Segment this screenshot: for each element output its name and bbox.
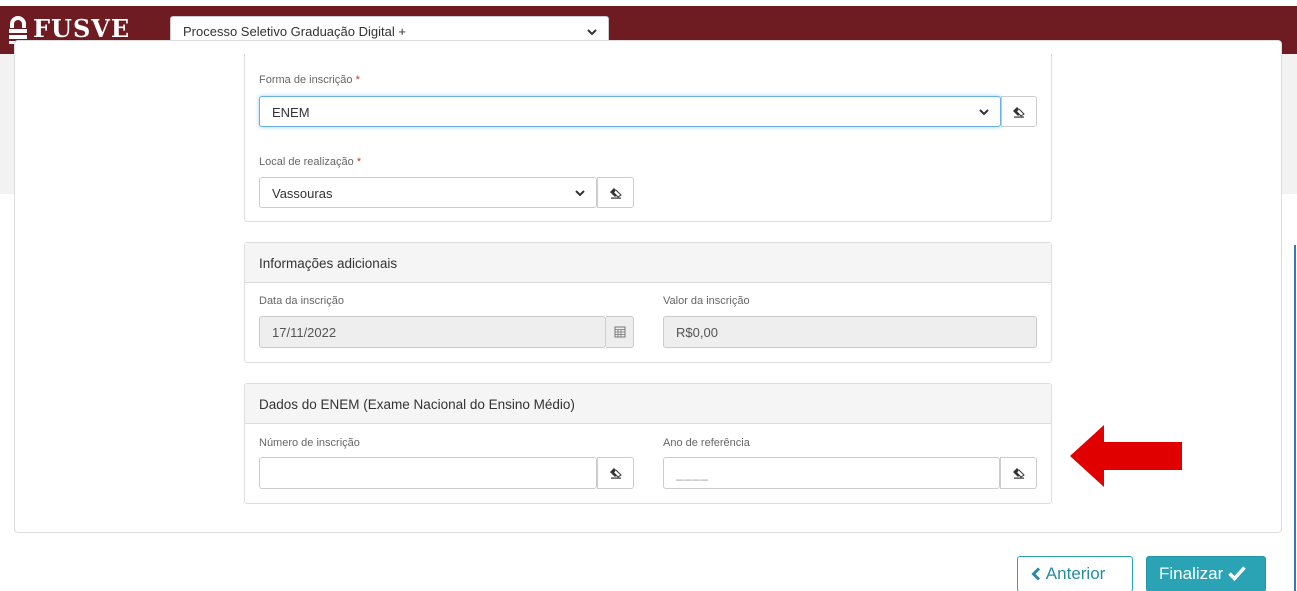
inscription-type-value: ENEM [272, 105, 310, 120]
eraser-icon [1013, 106, 1025, 118]
inscription-fee-label: Valor da inscrição [663, 295, 750, 307]
location-select[interactable]: Vassouras [259, 177, 597, 208]
enem-year-clear-button[interactable] [1000, 457, 1037, 489]
location-value: Vassouras [272, 186, 333, 201]
enem-year-placeholder: ____ [676, 466, 709, 481]
enem-number-label: Número de inscrição [259, 437, 360, 449]
inscription-fee-field: R$0,00 [663, 316, 1037, 348]
enem-number-input[interactable] [259, 457, 597, 489]
finish-button-label: Finalizar [1159, 564, 1224, 583]
calendar-icon [614, 326, 625, 338]
finish-button[interactable]: Finalizar [1146, 556, 1266, 591]
enem-title: Dados do ENEM (Exame Nacional do Ensino … [245, 384, 1051, 424]
eraser-icon [609, 468, 622, 479]
inscription-type-select[interactable]: ENEM [259, 96, 1001, 127]
chevron-left-icon [1031, 567, 1041, 581]
check-icon [1228, 566, 1246, 582]
chevron-down-icon [575, 190, 585, 197]
inscription-date-field: 17/11/2022 [259, 316, 606, 348]
inscription-fee-value: R$0,00 [676, 325, 718, 340]
location-label: Local de realização * [259, 156, 362, 168]
inscription-date-label: Data da inscrição [259, 295, 344, 307]
previous-button[interactable]: Anterior [1017, 556, 1133, 591]
inscription-type-clear-button[interactable] [1001, 96, 1037, 127]
red-arrow-icon [1070, 425, 1182, 487]
eraser-icon [1012, 468, 1025, 479]
inscription-date-value: 17/11/2022 [272, 325, 337, 340]
chevron-down-icon [587, 29, 597, 36]
previous-button-label: Anterior [1045, 564, 1106, 583]
eraser-icon [609, 187, 622, 199]
chevron-down-icon [979, 109, 989, 116]
logo-text: FUSVE [33, 14, 131, 43]
calendar-button[interactable] [606, 316, 634, 348]
enem-number-clear-button[interactable] [597, 457, 634, 489]
inscription-type-label: Forma de inscrição * [259, 74, 360, 86]
enem-year-input[interactable]: ____ [663, 457, 1000, 489]
scroll-edge-rule [1294, 245, 1296, 591]
additional-info-title: Informações adicionais [245, 243, 1051, 283]
enem-year-label: Ano de referência [663, 437, 750, 449]
location-clear-button[interactable] [597, 177, 634, 208]
process-select-value: Processo Seletivo Graduação Digital + [183, 24, 406, 39]
